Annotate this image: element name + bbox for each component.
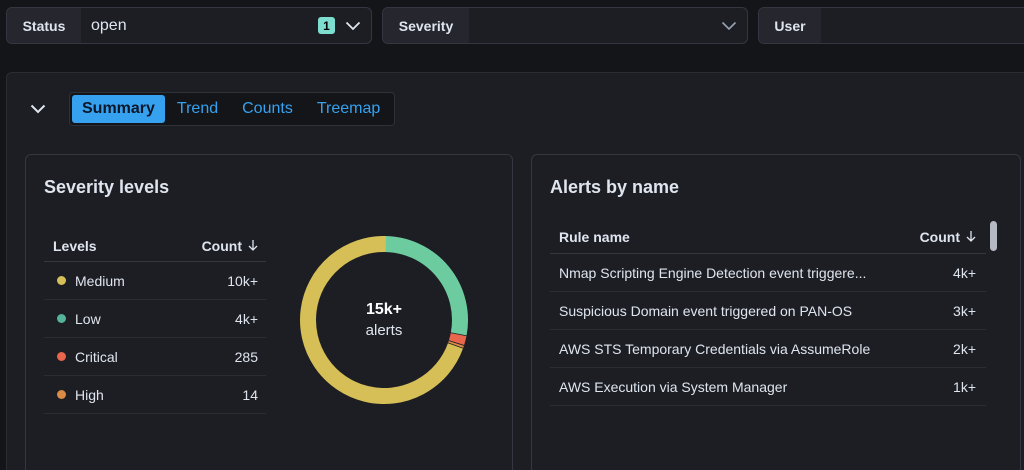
severity-filter[interactable]: Severity bbox=[382, 7, 748, 44]
tab-counts[interactable]: Counts bbox=[230, 95, 305, 123]
rule-name: Nmap Scripting Engine Detection event tr… bbox=[559, 264, 867, 281]
severity-count: 4k+ bbox=[235, 310, 258, 327]
levels-column-header: Levels bbox=[53, 237, 97, 254]
severity-row[interactable]: Critical 285 bbox=[44, 338, 266, 376]
user-filter[interactable]: User bbox=[758, 7, 1024, 44]
severity-table-header: Levels Count bbox=[44, 230, 266, 262]
alert-rule-row[interactable]: AWS Execution via System Manager 1k+ bbox=[550, 368, 986, 406]
donut-unit: alerts bbox=[365, 322, 403, 339]
severity-row[interactable]: Medium 10k+ bbox=[44, 262, 266, 300]
rule-name: AWS STS Temporary Credentials via Assume… bbox=[559, 340, 871, 357]
severity-table: Levels Count Medium 10k+ Low 4k+ Critica… bbox=[44, 230, 266, 414]
tab-treemap[interactable]: Treemap bbox=[305, 95, 392, 123]
rule-count: 4k+ bbox=[953, 264, 976, 281]
severity-level-label: High bbox=[75, 386, 104, 403]
status-value-text: open bbox=[91, 16, 127, 34]
rule-count: 2k+ bbox=[953, 340, 976, 357]
sort-down-arrow-icon bbox=[966, 229, 976, 245]
severity-donut-chart: 15k+ alerts bbox=[299, 235, 469, 405]
donut-center-label: 15k+ alerts bbox=[299, 235, 469, 405]
scrollbar-thumb[interactable] bbox=[990, 221, 997, 251]
tab-summary[interactable]: Summary bbox=[72, 95, 165, 123]
chevron-down-icon[interactable] bbox=[721, 18, 737, 34]
donut-total: 15k+ bbox=[365, 301, 403, 318]
severity-count: 14 bbox=[242, 386, 258, 403]
severity-filter-value[interactable] bbox=[469, 8, 747, 43]
alerts-card-title: Alerts by name bbox=[550, 177, 680, 197]
status-filter[interactable]: Status open 1 bbox=[6, 7, 372, 44]
severity-row[interactable]: High 14 bbox=[44, 376, 266, 414]
status-filter-value[interactable]: open 1 bbox=[81, 8, 371, 43]
rule-name: Suspicious Domain event triggered on PAN… bbox=[559, 302, 853, 319]
alert-rule-row[interactable]: Suspicious Domain event triggered on PAN… bbox=[550, 292, 986, 330]
severity-count: 10k+ bbox=[227, 272, 258, 289]
alert-rule-row[interactable]: Nmap Scripting Engine Detection event tr… bbox=[550, 254, 986, 292]
rule-count: 3k+ bbox=[953, 302, 976, 319]
count-header-label: Count bbox=[201, 237, 242, 254]
status-filter-label: Status bbox=[7, 8, 81, 43]
tab-trend[interactable]: Trend bbox=[165, 95, 230, 123]
alert-rule-row[interactable]: AWS STS Temporary Credentials via Assume… bbox=[550, 330, 986, 368]
severity-count: 285 bbox=[234, 348, 258, 365]
severity-color-dot bbox=[57, 352, 66, 361]
rule-name: AWS Execution via System Manager bbox=[559, 378, 788, 395]
collapse-chevron-icon[interactable] bbox=[28, 99, 48, 119]
severity-level-label: Critical bbox=[75, 348, 118, 365]
alerts-by-name-card: Alerts by name Rule name Count Nmap Scri… bbox=[531, 154, 1021, 470]
alerts-table-header: Rule name Count bbox=[550, 220, 986, 254]
severity-row[interactable]: Low 4k+ bbox=[44, 300, 266, 338]
severity-color-dot bbox=[57, 276, 66, 285]
status-count-badge: 1 bbox=[318, 17, 335, 34]
sort-down-arrow-icon bbox=[248, 238, 258, 254]
severity-color-dot bbox=[57, 390, 66, 399]
severity-color-dot bbox=[57, 314, 66, 323]
alerts-table-scroll-area[interactable]: Rule name Count Nmap Scripting Engine De… bbox=[550, 220, 986, 415]
user-filter-label: User bbox=[759, 8, 821, 43]
view-tabs: Summary Trend Counts Treemap bbox=[69, 92, 396, 126]
count-header-label: Count bbox=[919, 228, 960, 245]
severity-level-label: Low bbox=[75, 310, 101, 327]
severity-card-title: Severity levels bbox=[44, 177, 170, 197]
count-column-header[interactable]: Count bbox=[896, 229, 986, 245]
rule-count: 1k+ bbox=[953, 378, 976, 395]
severity-levels-card: Severity levels Levels Count Medium 10k+… bbox=[25, 154, 513, 470]
user-filter-value[interactable] bbox=[821, 8, 1024, 43]
chevron-down-icon[interactable] bbox=[345, 18, 361, 34]
severity-filter-label: Severity bbox=[383, 8, 469, 43]
severity-level-label: Medium bbox=[75, 272, 125, 289]
count-column-header[interactable]: Count bbox=[176, 238, 266, 254]
rule-name-column-header: Rule name bbox=[559, 228, 630, 245]
